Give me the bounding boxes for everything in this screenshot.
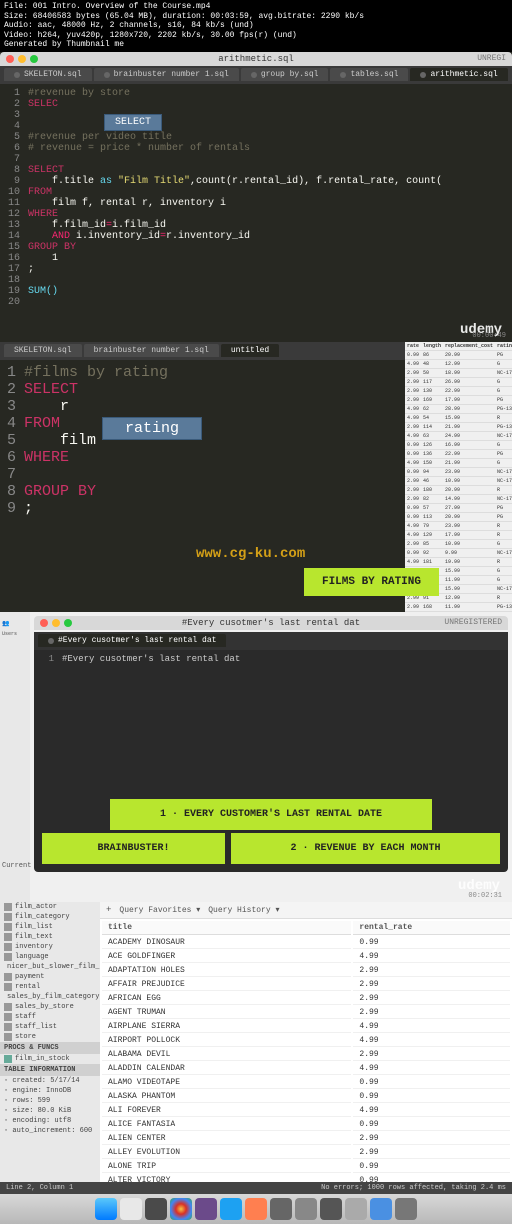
status-bar: Line 2, Column 1 No errors; 1000 rows af… [0,1182,512,1194]
table-row[interactable]: ALIEN CENTER2.99 [102,1133,510,1145]
traffic-lights-3[interactable] [40,619,72,627]
tab-groupby[interactable]: group by.sql [241,68,329,81]
table-row[interactable]: AFFAIR PREJUDICE2.99 [102,979,510,991]
window-title-bar-3[interactable]: #Every cusotmer's last rental dat UNREGI… [34,616,508,630]
app-icon-7[interactable] [320,1198,342,1220]
table-item[interactable]: film_list [0,922,100,932]
app-icon-9[interactable] [370,1198,392,1220]
table-item[interactable]: rental [0,982,100,992]
table-item[interactable]: sales_by_store [0,1002,100,1012]
table-item[interactable]: film_actor [0,902,100,912]
table-row[interactable]: ALONE TRIP0.99 [102,1161,510,1173]
db-panel: film_actorfilm_categoryfilm_listfilm_tex… [0,902,512,1182]
timestamp-3: 00:02:31 [468,892,502,900]
app-icon-3[interactable] [220,1198,242,1220]
editor-panel-1: arithmetic.sql UNREGI SKELETON.sql brain… [0,52,512,342]
app-icon-6[interactable] [295,1198,317,1220]
file-metadata: File: 001 Intro. Overview of the Course.… [0,0,512,52]
add-button[interactable]: + [106,905,111,915]
proc-item[interactable]: film_in_stock [0,1054,100,1064]
app-icon-8[interactable] [345,1198,367,1220]
db-sidebar: film_actorfilm_categoryfilm_listfilm_tex… [0,902,100,1182]
app-icon-10[interactable] [395,1198,417,1220]
table-item[interactable]: language [0,952,100,962]
unregistered-label: UNREGI [477,54,506,63]
table-item[interactable]: film_category [0,912,100,922]
table-item[interactable]: store [0,1032,100,1042]
table-row[interactable]: ADAPTATION HOLES2.99 [102,965,510,977]
table-row[interactable]: AGENT TRUMAN2.99 [102,1007,510,1019]
query-status: No errors; 1000 rows affected, taking 2.… [321,1184,506,1192]
app-icon-2[interactable] [195,1198,217,1220]
tab-tables[interactable]: tables.sql [330,68,408,81]
editor-panel-2: SKELETON.sql brainbuster number 1.sql un… [0,342,512,612]
table-row[interactable]: ALAMO VIDEOTAPE0.99 [102,1077,510,1089]
autocomplete-popup-2[interactable]: rating [102,417,202,440]
table-row[interactable]: AFRICAN EGG2.99 [102,993,510,1005]
films-by-rating-badge: FILMS BY RATING [304,568,439,596]
cgku-watermark: www.cg-ku.com [196,546,305,562]
table-row[interactable]: ALADDIN CALENDAR4.99 [102,1063,510,1075]
table-row[interactable]: ALABAMA DEVIL2.99 [102,1049,510,1061]
editor-tabs: SKELETON.sql brainbuster number 1.sql gr… [0,66,512,84]
table-item[interactable]: staff [0,1012,100,1022]
tab-brainbuster[interactable]: brainbuster number 1.sql [94,68,239,81]
brainbuster-badge: BRAINBUSTER! [42,833,225,864]
table-item[interactable]: staff_list [0,1022,100,1032]
chrome-icon[interactable] [170,1198,192,1220]
tab-skeleton[interactable]: SKELETON.sql [4,68,92,81]
table-item[interactable]: payment [0,972,100,982]
tab-brainbuster-2[interactable]: brainbuster number 1.sql [84,344,219,357]
app-icon-5[interactable] [270,1198,292,1220]
table-row[interactable]: ACE GOLDFINGER4.99 [102,951,510,963]
table-row[interactable]: ALTER VICTORY0.99 [102,1175,510,1182]
left-strip: 👥 Users Current [0,612,30,902]
table-row[interactable]: AIRPLANE SIERRA4.99 [102,1021,510,1033]
results-table[interactable]: titlerental_rateACADEMY DINOSAUR0.99ACE … [100,919,512,1182]
query-history-dropdown[interactable]: Query History ▾ [208,905,279,915]
query-toolbar: + Query Favorites ▾ Query History ▾ [100,902,512,919]
window-title-bar[interactable]: arithmetic.sql UNREGI [0,52,512,66]
code-area-2[interactable]: 1#films by rating 2SELECT 3 r 4FROM 5 fi… [0,360,405,521]
window-title: arithmetic.sql [218,54,294,64]
timestamp: 00:00:49 [472,332,506,340]
table-row[interactable]: AIRPORT POLLOCK4.99 [102,1035,510,1047]
table-item[interactable]: film_text [0,932,100,942]
table-row[interactable]: ACADEMY DINOSAUR0.99 [102,937,510,949]
table-row[interactable]: ALASKA PHANTOM0.99 [102,1091,510,1103]
revenue-month-badge: 2 · REVENUE BY EACH MONTH [231,833,500,864]
tab-rental-date[interactable]: #Every cusotmer's last rental dat [38,634,226,647]
editor-tabs-2: SKELETON.sql brainbuster number 1.sql un… [0,342,405,360]
code-area[interactable]: 1#revenue by store 2SELEC 3 4 5#revenue … [0,84,512,312]
app-icon[interactable] [120,1198,142,1220]
tab-skeleton-2[interactable]: SKELETON.sql [4,344,82,357]
cursor-position: Line 2, Column 1 [6,1184,73,1192]
tab-arithmetic[interactable]: arithmetic.sql [410,68,507,81]
query-favorites-dropdown[interactable]: Query Favorites ▾ [119,905,200,915]
table-row[interactable]: ALICE FANTASIA0.99 [102,1119,510,1131]
table-item[interactable]: nicer_but_slower_film_list [0,962,100,972]
terminal-icon[interactable] [145,1198,167,1220]
table-row[interactable]: ALLEY EVOLUTION2.99 [102,1147,510,1159]
editor-panel-3: 👥 Users Current #Every cusotmer's last r… [0,612,512,902]
traffic-lights[interactable] [6,55,38,63]
table-item[interactable]: sales_by_film_category [0,992,100,1002]
autocomplete-popup[interactable]: SELECT [104,114,162,131]
app-icon-4[interactable] [245,1198,267,1220]
table-row[interactable]: ALI FOREVER4.99 [102,1105,510,1117]
tab-untitled[interactable]: untitled [221,344,279,357]
table-item[interactable]: inventory [0,942,100,952]
macos-dock[interactable] [0,1194,512,1224]
code-area-3[interactable]: 1#Every cusotmer's last rental dat [34,650,508,668]
finder-icon[interactable] [95,1198,117,1220]
